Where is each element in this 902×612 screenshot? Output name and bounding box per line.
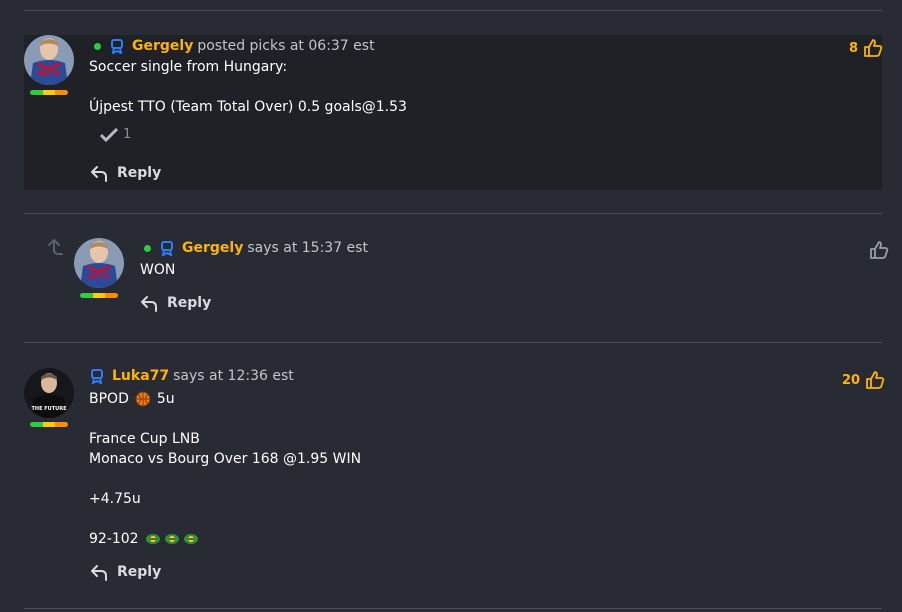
avatar-logo-text: THE FUTURE [32,406,68,412]
reply-label: Reply [117,564,162,580]
comment-2: NETS Gergely says at 15:37 est WON Reply [24,230,889,330]
reply-thread-icon [48,239,63,255]
money-emoji-icon [164,534,179,544]
reply-button[interactable]: Reply [90,164,161,182]
ribbon-badge-icon [91,368,103,384]
comment-line: BPOD 5u [89,389,361,409]
username[interactable]: Luka77 [112,368,169,384]
avatar-logo-text: NETS [37,69,61,78]
comment-line [89,77,407,97]
reply-label: Reply [117,165,162,181]
comment-body: BPOD 5u France Cup LNB Monaco vs Bourg O… [89,389,361,549]
timestamp: says at 12:36 est [173,368,294,384]
comment-body: Soccer single from Hungary: Újpest TTO (… [89,57,407,117]
thumbs-up-icon [864,39,883,57]
comment-line: 92-102 [89,529,361,549]
comment-line [89,509,361,529]
rank-bar [80,293,118,298]
online-indicator [144,244,151,252]
rank-bar [30,422,68,427]
reply-button[interactable]: Reply [90,563,161,581]
confirm-count: 1 [123,127,132,142]
reply-button[interactable]: Reply [140,294,211,312]
comment-1: NETS Gergely posted picks at 06:37 est S… [24,35,883,190]
reply-label: Reply [167,295,212,311]
comment-body: WON [140,260,175,280]
ribbon-badge-icon [111,38,123,54]
online-indicator [94,42,101,50]
thumbs-up-icon [866,371,885,389]
divider [24,213,882,214]
bpod-text: BPOD [89,391,129,407]
ribbon-badge-icon [161,240,173,256]
basketball-icon [135,391,151,407]
comment-meta: Gergely says at 15:37 est [144,240,368,256]
checkmark-icon [100,127,118,142]
confirm-counter[interactable]: 1 [100,127,131,142]
reply-arrow-icon [141,296,157,312]
bpod-units: 5u [156,391,175,407]
like-button[interactable]: 20 [842,370,885,390]
comment-line: France Cup LNB [89,431,200,447]
comment-line: WON [140,262,176,278]
comment-line: +4.75u [89,491,141,507]
divider [24,10,882,11]
thumbs-up-icon [870,241,889,259]
avatar-logo-text: NETS [87,272,111,281]
username[interactable]: Gergely [182,240,243,256]
reply-arrow-icon [91,166,107,182]
emoji-group [145,533,199,545]
like-button[interactable]: 8 [849,38,883,58]
like-count: 20 [842,372,861,388]
reply-arrow-icon [91,565,107,581]
comment-line [89,409,361,429]
like-count: 8 [849,40,859,56]
divider [24,342,882,343]
avatar[interactable]: NETS [24,35,74,85]
comment-line: Újpest TTO (Team Total Over) 0.5 goals@1… [89,99,407,115]
timestamp: says at 15:37 est [247,240,368,256]
timestamp: posted picks at 06:37 est [197,38,375,54]
money-emoji-icon [145,534,160,544]
comment-line: Monaco vs Bourg Over 168 @1.95 WIN [89,451,362,467]
score-text: 92-102 [89,531,139,547]
comment-3: THE FUTURE Luka77 says at 12:36 est BPOD… [24,365,885,595]
avatar[interactable]: THE FUTURE [24,368,74,418]
rank-bar [30,90,68,95]
username[interactable]: Gergely [132,38,193,54]
money-emoji-icon [183,534,198,544]
divider [24,608,882,609]
avatar[interactable]: NETS [74,238,124,288]
comment-line [89,469,361,489]
comment-line: Soccer single from Hungary: [89,59,288,75]
like-button[interactable] [864,240,889,260]
comment-meta: Luka77 says at 12:36 est [90,368,294,384]
comment-meta: Gergely posted picks at 06:37 est [94,38,375,54]
